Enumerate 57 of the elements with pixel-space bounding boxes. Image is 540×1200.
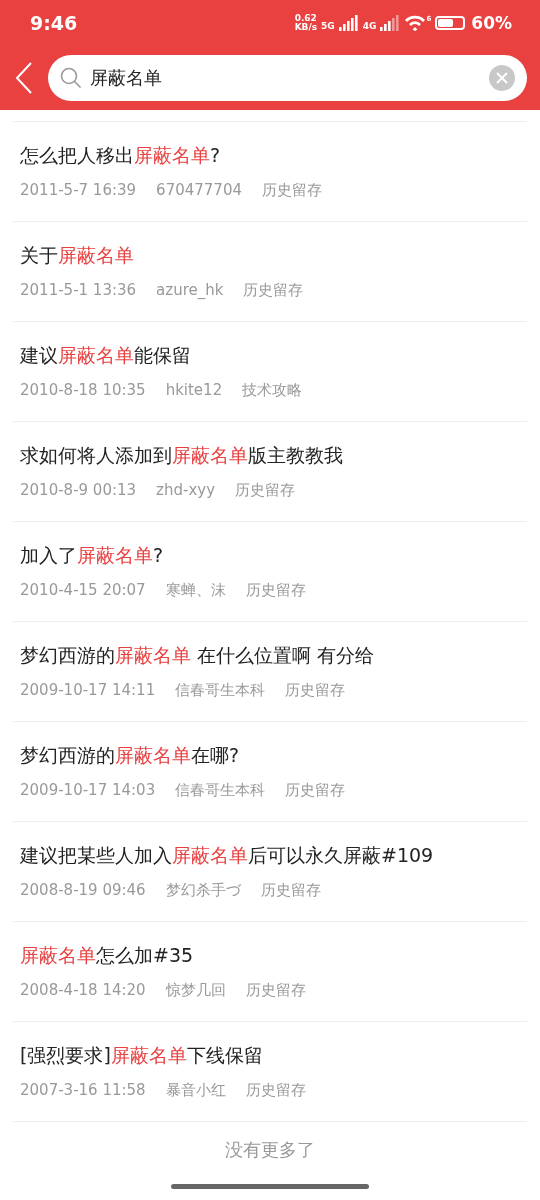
post-board: 历史留存 [245,981,306,1000]
post-author: 670477704 [156,181,242,200]
post-board: 历史留存 [245,1081,306,1100]
post-date: 2008-4-18 14:20 [20,981,146,1000]
post-date: 2011-5-7 16:39 [20,181,137,200]
post-author: zhd-xyy [156,481,216,500]
clear-icon[interactable] [489,64,515,91]
post-board: 历史留存 [260,881,321,900]
post-board: 历史留存 [245,581,306,600]
post-board: 技术攻略 [242,381,303,400]
post-date: 2009-10-17 14:11 [20,681,156,700]
network-type: 5G [321,20,335,31]
post-board: 历史留存 [285,781,346,800]
network-type: 4G [362,20,377,31]
post-date: 2008-8-19 09:46 [20,881,146,900]
search-field[interactable]: 屏蔽名单 [90,67,481,88]
post-author: 信春哥生本科 [175,681,266,700]
post-date: 2009-10-17 14:03 [20,781,156,800]
status-time: 9:46 [30,11,78,34]
post-board: 历史留存 [262,181,322,200]
signal-icon [380,14,401,31]
home-indicator[interactable] [171,1184,369,1189]
wifi-icon [404,14,427,31]
result-title[interactable]: 求如何将人添加到屏蔽名单版主教教我 [20,443,520,469]
post-date: 2007-3-16 11:58 [20,1081,146,1100]
result-title[interactable]: 建议把某些人加入屏蔽名单后可以永久屏蔽#109 [20,843,520,869]
end-of-list-text: 没有更多了 [224,1138,316,1162]
result-title[interactable]: 怎么把人移出 屏蔽名单? [20,143,520,169]
post-author: 梦幻杀手づ [165,881,241,900]
result-title[interactable]: 建议屏蔽名单能保留 [20,343,520,369]
post-date: 2010-8-9 00:13 [20,481,137,500]
post-author: 寒蝉、沫 [165,581,226,600]
result-title[interactable]: 梦幻西游的屏蔽名单 在什么位置啊 有分给 [20,643,520,669]
result-title[interactable]: 加入了 屏蔽名单? [20,543,520,569]
post-author: azure_hk [156,281,224,300]
post-author: 惊梦几回 [165,981,226,1000]
post-date: 2010-8-18 10:35 [20,381,146,400]
post-date: 2011-5-1 13:36 [20,281,137,300]
result-title[interactable]: 梦幻西游的屏蔽名单在哪? [20,743,520,769]
post-author: 信春哥生本科 [175,781,266,800]
post-board: 历史留存 [235,481,296,500]
post-board: 历史留存 [285,681,346,700]
back-icon[interactable] [14,60,34,95]
battery-percent: 60% [471,12,512,33]
search-bar[interactable]: 屏蔽名单 [48,54,527,101]
search-icon [60,66,82,89]
result-title[interactable]: 屏蔽名单怎么加#35 [20,943,520,969]
post-date: 2010-4-15 20:07 [20,581,146,600]
result-title[interactable]: [强烈要求]屏蔽名单下线保留 [20,1043,520,1069]
network-speed: 0.62 [294,13,318,23]
signal-icon [338,14,359,31]
result-title[interactable]: 关于屏蔽名单 [20,243,520,269]
network-speed-unit: KB/s [294,22,318,32]
post-board: 历史留存 [243,281,304,300]
battery-icon [435,15,466,30]
post-author: 暴音小红 [165,1081,226,1100]
post-author: hkite12 [165,381,223,400]
